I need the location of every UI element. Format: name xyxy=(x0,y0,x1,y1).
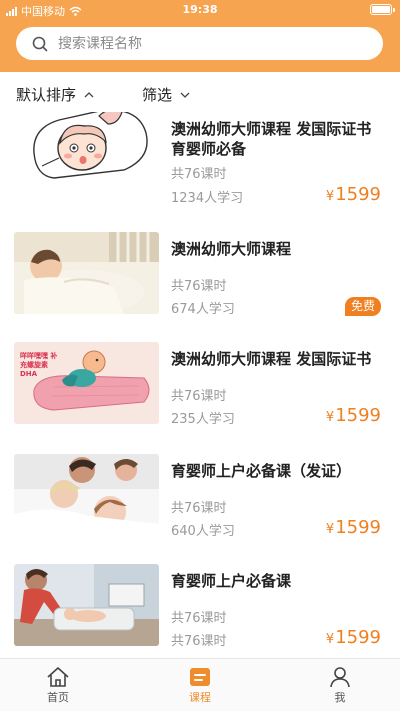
battery-icon xyxy=(370,4,395,15)
course-lessons: 共76课时 xyxy=(171,501,227,516)
currency-symbol: ¥ xyxy=(325,632,335,647)
course-item[interactable]: 育婴师上户必备课 共76课时 共76课时 ¥1599 xyxy=(0,564,400,658)
course-title: 育婴师上户必备课（发证） xyxy=(171,462,352,480)
tab-label: 我 xyxy=(334,691,346,704)
course-price: ¥1599 xyxy=(326,184,381,205)
profile-icon xyxy=(330,667,350,688)
thumbnail-caption: 咩咩嘿嘿 补充螺旋素DHA xyxy=(20,352,58,378)
course-lessons: 共76课时 xyxy=(171,279,227,294)
course-thumbnail: 咩咩嘿嘿 补充螺旋素DHA xyxy=(14,342,159,424)
tab-label: 首页 xyxy=(47,691,69,704)
course-title: 澳洲幼师大师课程 xyxy=(171,240,292,258)
course-lessons: 共76课时 xyxy=(171,167,227,182)
price-value: 1599 xyxy=(335,184,381,205)
course-lessons: 共76课时 xyxy=(171,611,227,626)
currency-symbol: ¥ xyxy=(325,410,335,425)
course-students: 1234人学习 xyxy=(171,191,244,206)
home-icon xyxy=(47,667,69,687)
app-header: 中国移动 19:38 xyxy=(0,0,400,72)
course-thumbnail xyxy=(14,454,159,536)
free-badge: 免费 xyxy=(344,297,381,316)
course-icon xyxy=(190,668,210,686)
search-icon xyxy=(32,36,48,52)
course-students: 640人学习 xyxy=(171,524,235,539)
course-thumbnail xyxy=(14,112,159,186)
course-students: 共76课时 xyxy=(171,634,227,649)
tab-home[interactable]: 首页 xyxy=(18,665,98,705)
course-item[interactable]: 澳洲幼师大师课程 发国际证书 育婴师必备 共76课时 1234人学习 ¥1599 xyxy=(0,112,400,220)
price-value: 1599 xyxy=(335,517,381,538)
tab-bar: 首页 课程 我 xyxy=(0,658,400,711)
chevron-down-icon xyxy=(180,92,190,98)
filter-label: 筛选 xyxy=(142,86,173,104)
price-value: 1599 xyxy=(335,627,381,648)
tab-profile[interactable]: 我 xyxy=(300,665,380,705)
course-title: 育婴师上户必备课 xyxy=(171,572,292,590)
course-price: ¥1599 xyxy=(326,405,381,426)
sleeping-baby-image xyxy=(14,232,159,314)
course-price: ¥1599 xyxy=(326,627,381,648)
course-item[interactable]: 澳洲幼师大师课程 共76课时 674人学习 免费 xyxy=(0,232,400,340)
course-price: ¥1599 xyxy=(326,517,381,538)
course-students: 674人学习 xyxy=(171,302,235,317)
search-bar[interactable] xyxy=(16,27,383,60)
sort-dropdown[interactable]: 默认排序 xyxy=(16,84,94,105)
status-time: 19:38 xyxy=(182,3,218,16)
course-students: 235人学习 xyxy=(171,412,235,427)
family-sleeping-image xyxy=(14,454,159,536)
filter-bar: 默认排序 筛选 xyxy=(0,78,400,112)
tab-label: 课程 xyxy=(189,691,211,704)
price-value: 1599 xyxy=(335,405,381,426)
course-item[interactable]: 育婴师上户必备课（发证） 共76课时 640人学习 ¥1599 xyxy=(0,454,400,562)
currency-symbol: ¥ xyxy=(325,522,335,537)
currency-symbol: ¥ xyxy=(325,189,335,204)
course-thumbnail xyxy=(14,232,159,314)
filter-dropdown[interactable]: 筛选 xyxy=(142,84,190,105)
search-input[interactable] xyxy=(58,33,368,55)
course-title: 澳洲幼师大师课程 发国际证书 xyxy=(171,350,372,368)
course-title: 澳洲幼师大师课程 发国际证书 育婴师必备 xyxy=(171,120,372,158)
chevron-up-icon xyxy=(84,91,94,97)
course-item[interactable]: 咩咩嘿嘿 补充螺旋素DHA 澳洲幼师大师课程 发国际证书 共76课时 235人学… xyxy=(0,342,400,450)
course-lessons: 共76课时 xyxy=(171,389,227,404)
cartoon-baby-image xyxy=(14,112,159,186)
sort-label: 默认排序 xyxy=(16,86,77,104)
course-list: 澳洲幼师大师课程 发国际证书 育婴师必备 共76课时 1234人学习 ¥1599… xyxy=(0,112,400,658)
baby-bath-image xyxy=(14,564,159,646)
course-thumbnail xyxy=(14,564,159,646)
tab-course[interactable]: 课程 xyxy=(160,665,240,705)
status-bar: 中国移动 19:38 xyxy=(0,0,400,20)
